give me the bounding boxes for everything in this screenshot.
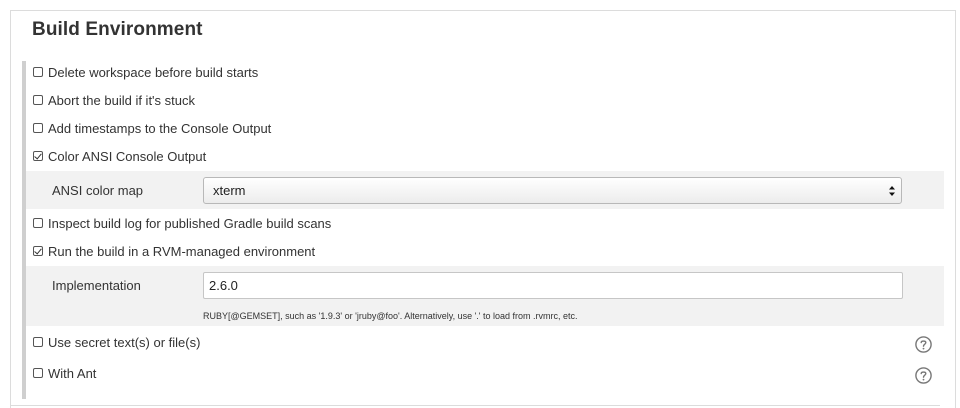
secret-text-checkbox[interactable] — [33, 337, 43, 347]
option-inspect-gradle[interactable]: Inspect build log for published Gradle b… — [26, 209, 944, 237]
implementation-input[interactable]: 2.6.0 — [203, 272, 903, 299]
abort-stuck-label: Abort the build if it's stuck — [48, 92, 195, 108]
inspect-gradle-checkbox[interactable] — [33, 218, 43, 228]
option-abort-stuck[interactable]: Abort the build if it's stuck — [26, 86, 944, 114]
inspect-gradle-label: Inspect build log for published Gradle b… — [48, 215, 332, 231]
with-ant-label: With Ant — [48, 365, 97, 381]
color-ansi-checkbox[interactable] — [33, 151, 43, 161]
section-title: Build Environment — [32, 19, 203, 40]
help-icon[interactable] — [915, 336, 932, 353]
delete-workspace-label: Delete workspace before build starts — [48, 64, 259, 80]
rvm-environment-label: Run the build in a RVM-managed environme… — [48, 243, 316, 259]
ansi-color-map-select[interactable]: xterm — [203, 177, 902, 204]
secret-text-label: Use secret text(s) or file(s) — [48, 334, 201, 350]
ansi-color-map-value: xterm — [213, 183, 246, 198]
add-timestamps-label: Add timestamps to the Console Output — [48, 120, 272, 136]
rvm-environment-checkbox[interactable] — [33, 246, 43, 256]
color-ansi-label: Color ANSI Console Output — [48, 148, 207, 164]
option-color-ansi[interactable]: Color ANSI Console Output — [26, 142, 944, 170]
ansi-color-map-label: ANSI color map — [52, 183, 144, 198]
implementation-value: 2.6.0 — [209, 278, 238, 293]
implementation-hint: RUBY[@GEMSET], such as '1.9.3' or 'jruby… — [203, 311, 578, 321]
help-icon[interactable] — [915, 367, 932, 384]
delete-workspace-checkbox[interactable] — [33, 67, 43, 77]
select-arrows-icon — [889, 186, 895, 196]
option-rvm-environment[interactable]: Run the build in a RVM-managed environme… — [26, 237, 944, 265]
add-timestamps-checkbox[interactable] — [33, 123, 43, 133]
implementation-label: Implementation — [52, 278, 141, 293]
abort-stuck-checkbox[interactable] — [33, 95, 43, 105]
option-secret-text[interactable]: Use secret text(s) or file(s) — [26, 328, 944, 356]
section-divider — [10, 405, 940, 406]
with-ant-checkbox[interactable] — [33, 368, 43, 378]
option-delete-workspace[interactable]: Delete workspace before build starts — [26, 58, 944, 86]
option-add-timestamps[interactable]: Add timestamps to the Console Output — [26, 114, 944, 142]
option-with-ant[interactable]: With Ant — [26, 359, 944, 387]
